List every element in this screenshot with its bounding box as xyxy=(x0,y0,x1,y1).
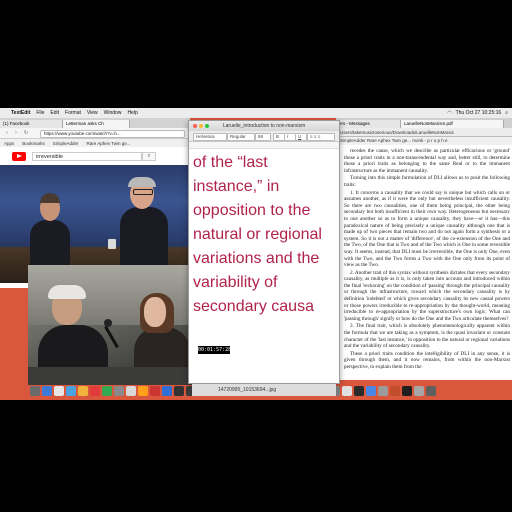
pdf-paragraph: recedes the cause, which we describe as … xyxy=(344,148,510,174)
bookmark-aphex[interactable]: Rare Aphex Twin ge... xyxy=(87,141,131,146)
dock-app-icon[interactable] xyxy=(90,386,100,396)
microphone-icon xyxy=(104,319,112,327)
mug xyxy=(108,239,116,249)
bookmark-bookmarks[interactable]: Bookmarks xyxy=(22,141,45,146)
pdf-paragraph: Turning into this simple formulation of … xyxy=(344,175,510,188)
host-figure xyxy=(120,207,168,267)
dock-app-icon[interactable] xyxy=(42,386,52,396)
dock-app-icon[interactable] xyxy=(342,386,352,396)
guest-figure xyxy=(30,220,70,270)
dock-app-icon[interactable] xyxy=(414,386,424,396)
back-icon[interactable]: ‹ xyxy=(4,130,10,136)
textedit-titlebar[interactable]: Laruelle_introduction to non-marxism xyxy=(189,121,339,131)
ruler[interactable] xyxy=(189,142,339,149)
menu-edit[interactable]: Edit xyxy=(50,110,59,116)
forward-icon[interactable]: › xyxy=(13,130,19,136)
search-icon[interactable]: ⌕ xyxy=(505,110,508,116)
desktop-screen: TextEdit File Edit Format View Window He… xyxy=(0,108,512,400)
search-icon[interactable]: ⌕ xyxy=(142,152,156,161)
dock-app-icon[interactable] xyxy=(78,386,88,396)
dock-app-icon[interactable] xyxy=(102,386,112,396)
close-icon[interactable] xyxy=(193,124,197,128)
dock-app-icon[interactable] xyxy=(114,386,124,396)
dock-app-icon[interactable] xyxy=(54,386,64,396)
dock-app-icon[interactable] xyxy=(162,386,172,396)
menu-window[interactable]: Window xyxy=(104,110,122,116)
document-text[interactable]: of the “last instance,” in opposition to… xyxy=(193,151,335,319)
font-style-select[interactable]: Regular xyxy=(227,133,255,141)
menu-help[interactable]: Help xyxy=(127,110,137,116)
youtube-header: irreversible ⌕ xyxy=(0,147,190,166)
menu-bar: TextEdit File Edit Format View Window He… xyxy=(0,108,512,118)
format-toolbar: Helvetica Regular 58 B I U ≡ ≡ ≡ xyxy=(189,131,339,142)
dock-app-icon[interactable] xyxy=(354,386,364,396)
dock-app-icon[interactable] xyxy=(426,386,436,396)
tab-facebook[interactable]: (1) Facebook xyxy=(0,120,63,128)
clock[interactable]: Thu Oct 27 10:25:16 xyxy=(456,110,502,116)
seminar-video[interactable] xyxy=(28,265,192,385)
dock-app-icon[interactable] xyxy=(138,386,148,396)
font-size-select[interactable]: 58 xyxy=(255,133,271,141)
dock-app-icon[interactable] xyxy=(30,386,40,396)
dock-app-icon[interactable] xyxy=(126,386,136,396)
wifi-icon[interactable]: ◠ xyxy=(447,110,451,116)
pdf-bookmarks-bar: SimpleAdder Rare Aphex Twin ge... monk -… xyxy=(336,137,512,145)
minimize-icon[interactable] xyxy=(199,124,203,128)
pdf-paragraph: 2. Another trait of this syntax without … xyxy=(344,269,510,322)
dock-app-icon[interactable] xyxy=(366,386,376,396)
pdf-paragraph: These a priori traits condition the inte… xyxy=(344,350,510,370)
speaker-hair xyxy=(48,285,86,299)
host-hair xyxy=(128,177,156,187)
browser-window: (1) Facebook Letterman asks Ch ‹ › ↻ htt… xyxy=(0,118,190,288)
dock-app-icon[interactable] xyxy=(402,386,412,396)
pdf-address-bar[interactable]: Users/takemusictoserious/Downloads/Larue… xyxy=(336,128,512,137)
interlocutor-face xyxy=(144,297,166,327)
video-timecode: 00:01:57:28 xyxy=(198,346,232,354)
seminar-table xyxy=(28,367,192,385)
pdf-document[interactable]: recedes the cause, which we describe as … xyxy=(344,148,510,378)
menu-app-name[interactable]: TextEdit xyxy=(11,110,30,116)
font-family-select[interactable]: Helvetica xyxy=(193,133,227,141)
dock-app-icon[interactable] xyxy=(66,386,76,396)
dock-app-icon[interactable] xyxy=(174,386,184,396)
pdf-browser-window: ers - Messages LaruelleNonMarxism.pdf Us… xyxy=(336,118,512,380)
bookmarks-bar: Apps Bookmarks SimpleAdder Rare Aphex Tw… xyxy=(0,139,190,147)
pdf-paragraph: 1. It concerns a causality that we could… xyxy=(344,189,510,269)
guest-hair xyxy=(40,193,60,203)
tab-youtube[interactable]: Letterman asks Ch xyxy=(63,120,130,128)
alignment-buttons[interactable]: ≡ ≡ ≡ xyxy=(307,133,335,141)
download-shelf: 14720995_10153694...jpg xyxy=(192,384,336,396)
reload-icon[interactable]: ↻ xyxy=(23,130,29,136)
youtube-search-input[interactable]: irreversible xyxy=(32,152,142,161)
bookmark-apps[interactable]: Apps xyxy=(4,141,14,146)
dock-app-icon[interactable] xyxy=(150,386,160,396)
document-title: Laruelle_introduction to non-marxism xyxy=(222,123,306,129)
youtube-logo-icon[interactable] xyxy=(12,152,26,161)
tab-pdf[interactable]: LaruelleNonMarxism.pdf xyxy=(401,120,504,128)
address-bar[interactable]: https://www.youtube.com/watch?v=h... xyxy=(40,130,185,138)
download-file[interactable]: 14720995_10153694...jpg xyxy=(218,387,276,393)
menu-format[interactable]: Format xyxy=(65,110,81,116)
pdf-tab-bar: ers - Messages LaruelleNonMarxism.pdf xyxy=(336,118,512,128)
browser-tab-bar: (1) Facebook Letterman asks Ch xyxy=(0,118,190,128)
zoom-icon[interactable] xyxy=(205,124,209,128)
textedit-window: Laruelle_introduction to non-marxism Hel… xyxy=(188,120,340,384)
bookmark-simpleadder[interactable]: SimpleAdder xyxy=(53,141,79,146)
pdf-paragraph: 3. The final trait, which is absolutely … xyxy=(344,323,510,350)
browser-toolbar: ‹ › ↻ https://www.youtube.com/watch?v=h.… xyxy=(0,128,190,139)
menu-file[interactable]: File xyxy=(36,110,44,116)
dock-app-icon[interactable] xyxy=(378,386,388,396)
menu-view[interactable]: View xyxy=(87,110,98,116)
underline-button[interactable]: U xyxy=(295,133,307,141)
dock-app-icon[interactable] xyxy=(390,386,400,396)
tab-messages[interactable]: ers - Messages xyxy=(336,120,401,128)
host-glasses xyxy=(133,189,153,195)
